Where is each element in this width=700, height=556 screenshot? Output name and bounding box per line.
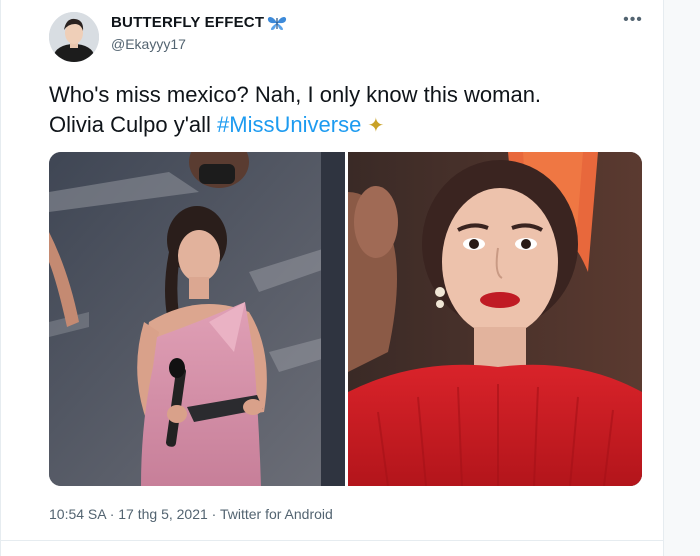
hashtag-link[interactable]: #MissUniverse <box>217 112 361 137</box>
tweet-text-line-2: Olivia Culpo y'all #MissUniverse ✦ <box>49 110 639 141</box>
tweet-text-line-2-prefix: Olivia Culpo y'all <box>49 112 218 137</box>
avatar[interactable] <box>49 12 99 62</box>
tweet-card: BUTTERFLY EFFECT @Ekayyy17 ••• Who's mis… <box>0 0 700 556</box>
tweet-meta: 10:54 SA · 17 thg 5, 2021 · Twitter for … <box>49 506 333 522</box>
timestamp[interactable]: 10:54 SA · 17 thg 5, 2021 · <box>49 506 220 522</box>
user-handle[interactable]: @Ekayyy17 <box>111 36 186 52</box>
author-name-row[interactable]: BUTTERFLY EFFECT <box>111 14 287 31</box>
page-gutter <box>663 0 700 556</box>
more-horizontal-icon[interactable]: ••• <box>621 10 645 30</box>
butterfly-icon <box>267 15 287 31</box>
tweet-text: Who's miss mexico? Nah, I only know this… <box>49 80 639 141</box>
display-name[interactable]: BUTTERFLY EFFECT <box>111 14 264 31</box>
sparkle-icon: ✦ <box>367 115 385 137</box>
tweet-photo-right[interactable] <box>348 152 642 486</box>
tweet-photo-left[interactable] <box>49 152 345 486</box>
tweet-source[interactable]: Twitter for Android <box>220 506 333 522</box>
tweet-text-line-1: Who's miss mexico? Nah, I only know this… <box>49 82 542 107</box>
divider <box>1 540 663 541</box>
